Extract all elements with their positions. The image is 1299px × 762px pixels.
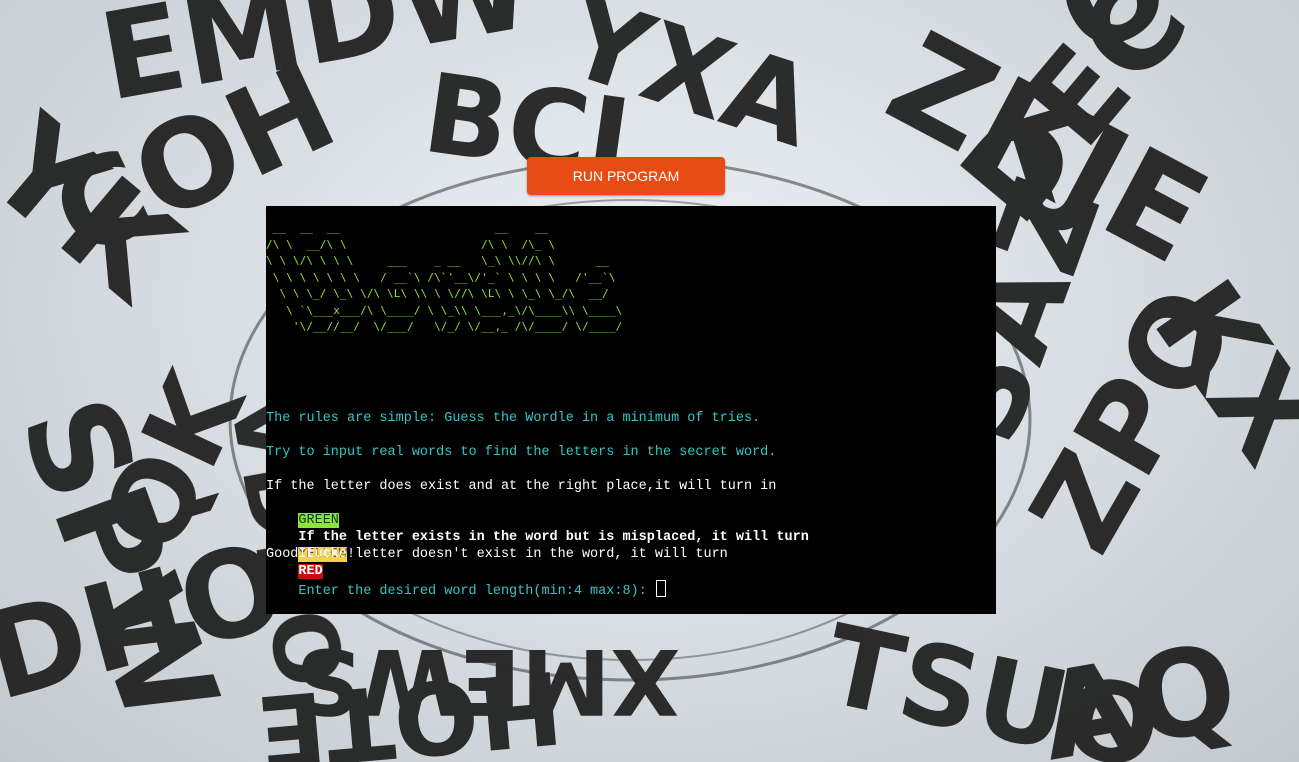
good-luck-line: Good Luck ! (266, 547, 356, 562)
svg-text:AQ: AQ (1031, 618, 1247, 762)
input-cursor[interactable] (655, 580, 666, 597)
run-program-button[interactable]: RUN PROGRAM (527, 157, 725, 195)
wordle-ascii-banner: __ __ __ __ __ /\ \ __/\ \ /\ \ /\_ \ \ … (266, 221, 623, 333)
red-rule-line: If the letter doesn't exist in the word,… (298, 547, 728, 562)
word-length-prompt: Enter the desired word length(min:4 max:… (298, 584, 655, 599)
prompt-row[interactable]: Enter the desired word length(min:4 max:… (266, 563, 666, 614)
green-rule-line: If the letter does exist and at the righ… (266, 479, 777, 494)
terminal-window[interactable]: __ __ __ __ __ /\ \ __/\ \ /\ \ /\_ \ \ … (266, 206, 996, 614)
try-line: Try to input real words to find the lett… (266, 445, 777, 460)
rules-line: The rules are simple: Guess the Wordle i… (266, 411, 761, 426)
